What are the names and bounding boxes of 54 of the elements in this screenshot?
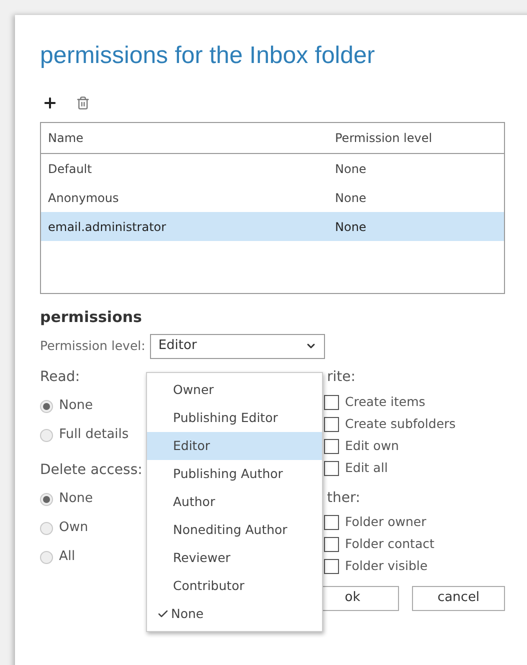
checkbox[interactable]	[324, 417, 339, 432]
checkbox-label: Folder visible	[345, 557, 428, 576]
table-cell-text: Default	[47, 160, 93, 178]
menu-item[interactable]: Reviewer	[147, 544, 322, 572]
radio-button[interactable]	[40, 428, 53, 442]
table-cell-text: None	[335, 160, 366, 178]
radio-button[interactable]	[40, 522, 53, 534]
menu-item[interactable]: Owner	[147, 376, 322, 404]
menu-item[interactable]: Nonediting Author	[147, 516, 322, 544]
section-heading: permissions	[40, 307, 143, 328]
radio-label: None	[59, 490, 93, 508]
checkbox-label: Create items	[345, 393, 426, 412]
checkbox[interactable]	[324, 515, 339, 530]
checkbox-label: Folder owner	[345, 513, 426, 532]
menu-item[interactable]: Author	[147, 488, 322, 516]
radio-label: All	[59, 548, 76, 566]
dialog-button[interactable]: cancel	[412, 586, 505, 610]
column-header: Name	[47, 130, 84, 147]
group-label: Read:	[40, 368, 80, 386]
table-cell-text: Anonymous	[47, 190, 120, 206]
checkbox[interactable]	[324, 439, 339, 454]
table-row[interactable]: email.administrator None	[41, 212, 504, 241]
checkbox-label: Edit all	[345, 459, 388, 478]
table-cell-text: email.administrator	[47, 218, 168, 236]
add-icon[interactable]	[42, 95, 58, 111]
trash-icon[interactable]	[76, 96, 90, 110]
radio-button[interactable]	[40, 400, 53, 412]
group-label: rite:	[327, 368, 356, 386]
check-icon	[157, 608, 169, 620]
checkbox[interactable]	[324, 559, 339, 574]
radio-button[interactable]	[40, 492, 53, 506]
table-cell-text: None	[335, 218, 366, 236]
radio-button[interactable]	[40, 550, 53, 564]
checkbox-label: Folder contact	[345, 535, 434, 554]
dialog-title: permissions for the Inbox folder	[40, 41, 376, 71]
checkbox[interactable]	[324, 461, 339, 476]
table-row[interactable]: Default None	[41, 154, 504, 183]
checkbox[interactable]	[324, 395, 339, 410]
table-cell-text: None	[335, 190, 366, 206]
menu-item[interactable]: Editor	[147, 432, 322, 460]
checkbox[interactable]	[324, 537, 339, 552]
menu-item[interactable]: Publishing Editor	[147, 404, 322, 432]
column-header: Permission level	[335, 130, 432, 147]
radio-label: Full details	[59, 426, 129, 444]
checkbox-label: Edit own	[345, 437, 399, 456]
radio-label: Own	[59, 519, 88, 538]
radio-label: None	[59, 397, 93, 416]
table-row[interactable]: Anonymous None	[41, 183, 504, 212]
permission-level-dropdown[interactable]: Editor	[150, 334, 326, 358]
group-label: Delete access:	[40, 460, 142, 480]
field-label: Permission level:	[40, 336, 146, 355]
checkbox-label: Create subfolders	[345, 415, 456, 434]
menu-item[interactable]: Publishing Author	[147, 460, 322, 488]
group-label: ther:	[327, 488, 360, 508]
